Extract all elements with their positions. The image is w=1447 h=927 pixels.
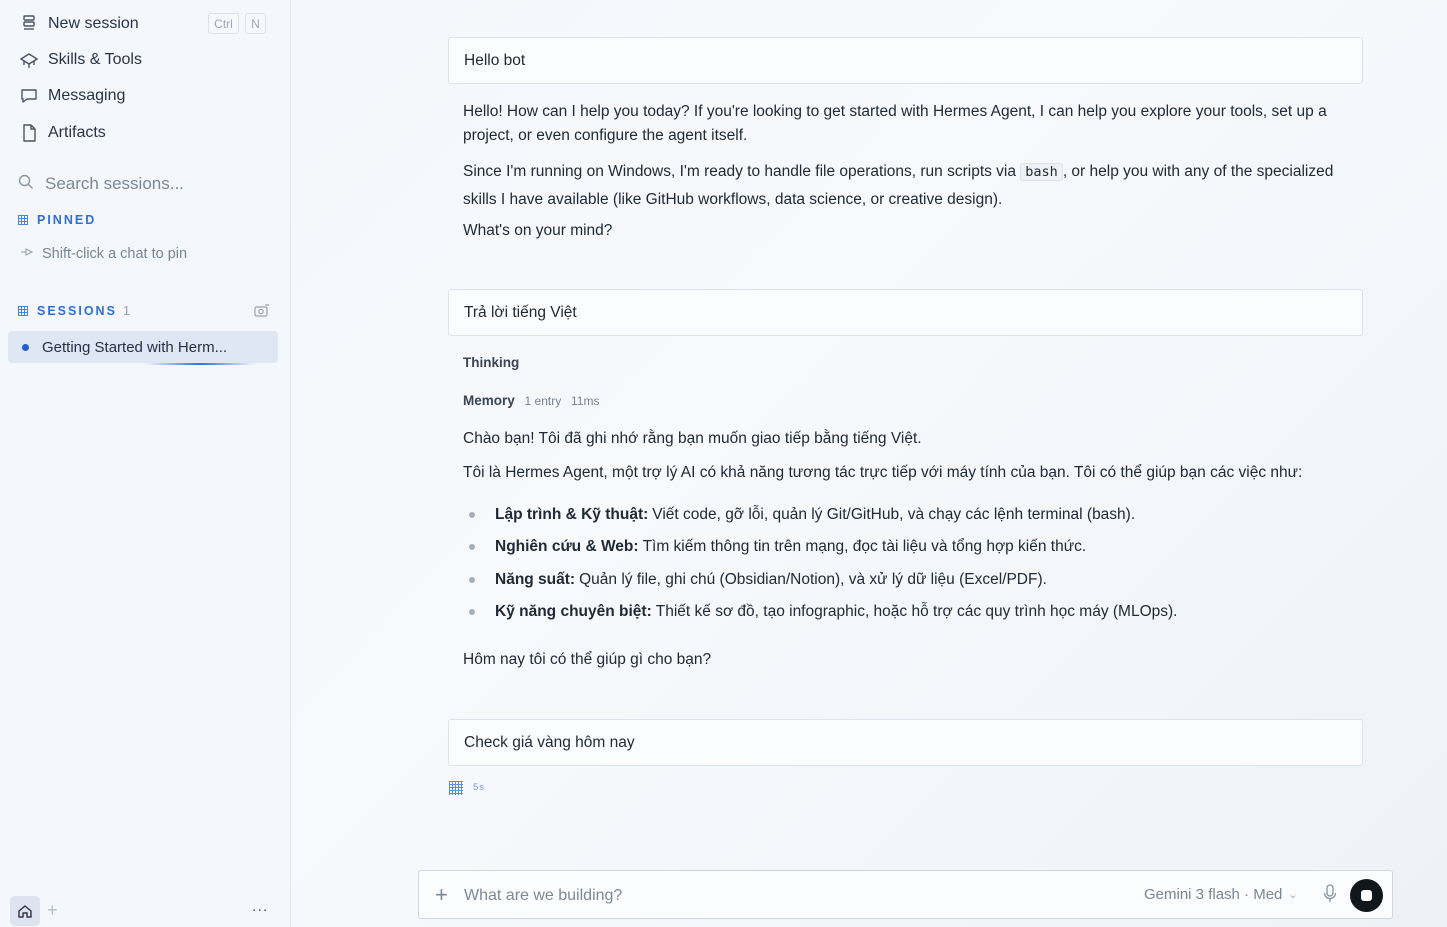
assistant-paragraph: Hôm nay tôi có thể giúp gì cho bạn? <box>463 651 712 668</box>
message-composer: + Gemini 3 flash · Med ⌄ <box>418 870 1393 919</box>
assistant-paragraph: Chào bạn! Tôi đã ghi nhớ rằng bạn muốn g… <box>463 430 922 447</box>
list-item-bold: Nghiên cứu & Web: <box>495 538 639 555</box>
memory-entries: 1 entry <box>524 394 562 408</box>
session-search[interactable]: Search sessions... <box>18 171 268 197</box>
inline-code: bash <box>1020 163 1063 181</box>
list-item: Kỹ năng chuyên biệt: Thiết kế sơ đồ, tạo… <box>463 603 1363 621</box>
stop-icon <box>1361 890 1372 901</box>
microphone-icon[interactable] <box>1323 884 1337 906</box>
search-placeholder: Search sessions... <box>45 174 184 193</box>
chat-panel: Hello bot Hello! How can I help you toda… <box>292 0 1447 927</box>
pin-hint-text: Shift-click a chat to pin <box>42 246 188 262</box>
new-session-label: New session <box>48 15 139 32</box>
model-selector[interactable]: Gemini 3 flash · Med ⌄ <box>1144 886 1298 903</box>
shortcut-n-key: N <box>245 13 266 34</box>
new-session-icon <box>18 13 40 35</box>
assistant-text: Since I'm running on Windows, I'm ready … <box>463 163 1021 180</box>
shortcut-ctrl-key: Ctrl <box>208 13 239 34</box>
session-item[interactable]: Getting Started with Herm... <box>8 331 278 363</box>
messaging-label: Messaging <box>48 87 126 104</box>
skills-tools-button[interactable]: Skills & Tools <box>18 47 142 73</box>
list-item-bold: Năng suất: <box>495 571 576 588</box>
memory-label: Memory <box>463 393 515 408</box>
thinking-toggle[interactable]: Thinking <box>463 355 519 370</box>
home-button[interactable] <box>10 896 40 926</box>
skills-tools-icon <box>18 49 40 71</box>
user-message-text: Trả lời tiếng Việt <box>464 303 577 321</box>
search-icon <box>18 174 38 195</box>
add-icon[interactable]: + <box>47 900 58 921</box>
message-input[interactable] <box>464 884 1064 908</box>
pin-icon <box>20 246 34 262</box>
bullet-dot <box>469 577 475 583</box>
list-item: Năng suất: Quản lý file, ghi chú (Obsidi… <box>463 571 1363 589</box>
memory-tool-call[interactable]: Memory 1 entry 11ms <box>463 393 599 408</box>
user-message: Check giá vàng hôm nay <box>448 719 1363 766</box>
artifacts-button[interactable]: Artifacts <box>18 120 106 146</box>
assistant-paragraph: Since I'm running on Windows, I'm ready … <box>463 158 1363 213</box>
sessions-section-header: SESSIONS 1 <box>18 303 130 318</box>
pinned-section-header: PINNED <box>18 213 96 227</box>
artifacts-label: Artifacts <box>48 124 106 141</box>
session-progress-line <box>145 363 255 365</box>
home-icon <box>18 905 32 918</box>
user-message-text: Check giá vàng hôm nay <box>464 733 635 751</box>
list-item-text: Tìm kiếm thông tin trên mạng, đọc tài li… <box>642 538 1087 555</box>
elapsed-time: 5s <box>473 782 486 793</box>
messaging-button[interactable]: Messaging <box>18 83 125 109</box>
bullet-dot <box>469 544 475 550</box>
user-message: Hello bot <box>448 37 1363 84</box>
chevron-down-icon: ⌄ <box>1288 889 1298 901</box>
artifacts-icon <box>18 122 40 144</box>
skills-tools-label: Skills & Tools <box>48 51 142 68</box>
model-name: Gemini 3 flash · Med <box>1144 886 1283 903</box>
assistant-paragraph: Hello! How can I help you today? If you'… <box>463 103 1327 144</box>
list-item-text: Thiết kế sơ đồ, tạo infographic, hoặc hỗ… <box>655 603 1178 620</box>
list-item-text: Viết code, gỡ lỗi, quản lý Git/GitHub, v… <box>652 506 1136 523</box>
assistant-paragraph: What's on your mind? <box>463 222 613 239</box>
sidebar: New session Ctrl N Skills & Tools Messag… <box>0 0 291 927</box>
session-title: Getting Started with Herm... <box>42 338 228 356</box>
sessions-label: SESSIONS <box>37 303 117 318</box>
pinned-label: PINNED <box>37 213 97 227</box>
active-session-dot <box>22 343 29 351</box>
list-item-text: Quản lý file, ghi chú (Obsidian/Notion),… <box>579 571 1047 588</box>
bullet-dot <box>469 609 475 615</box>
list-item-bold: Lập trình & Kỹ thuật: <box>495 506 649 523</box>
new-session-button[interactable]: New session <box>18 11 139 37</box>
more-menu-button[interactable]: ... <box>252 898 268 916</box>
messaging-icon <box>18 85 40 107</box>
attach-plus-icon[interactable]: + <box>435 882 448 908</box>
user-message: Trả lời tiếng Việt <box>448 289 1363 336</box>
bullet-dot <box>469 512 475 518</box>
assistant-paragraph: Tôi là Hermes Agent, một trợ lý AI có kh… <box>463 464 1303 481</box>
pin-hint: Shift-click a chat to pin <box>20 246 187 262</box>
memory-time: 11ms <box>570 394 600 408</box>
stop-button[interactable] <box>1350 879 1383 912</box>
list-item: Lập trình & Kỹ thuật: Viết code, gỡ lỗi,… <box>463 506 1363 524</box>
list-item: Nghiên cứu & Web: Tìm kiếm thông tin trê… <box>463 538 1363 556</box>
pinned-grid-icon <box>18 215 28 225</box>
sessions-grid-icon <box>18 305 28 316</box>
list-item-bold: Kỹ năng chuyên biệt: <box>495 603 652 620</box>
loading-indicator-icon <box>449 781 463 795</box>
sessions-count: 1 <box>122 303 131 318</box>
user-message-text: Hello bot <box>464 51 526 69</box>
session-filter-icon[interactable] <box>254 304 270 323</box>
